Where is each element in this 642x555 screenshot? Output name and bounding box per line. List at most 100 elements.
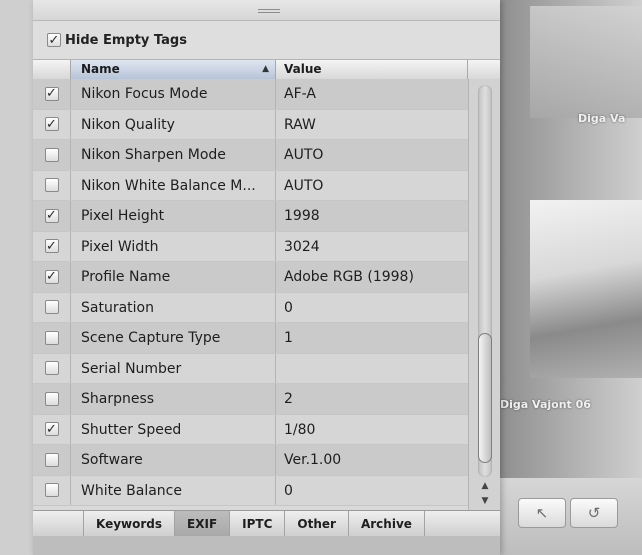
row-check-cell: ✓ <box>33 79 71 109</box>
image-thumbnail[interactable] <box>530 6 642 118</box>
row-check-cell <box>33 445 71 475</box>
row-check-cell: ✓ <box>33 262 71 292</box>
table-row[interactable]: Saturation 0 <box>33 292 468 323</box>
column-header-value[interactable]: Value <box>276 60 468 79</box>
tab-archive[interactable]: Archive <box>347 511 425 536</box>
scroll-down-arrow-icon[interactable]: ▼ <box>478 494 492 508</box>
column-header-name[interactable]: Name ▲ <box>71 60 276 79</box>
tag-visibility-checkbox[interactable]: ✓ <box>44 239 59 254</box>
column-header-value-label: Value <box>284 62 322 76</box>
grip-handle-icon[interactable] <box>258 9 280 13</box>
table-row[interactable]: ✓ Nikon Focus Mode AF-A <box>33 79 468 110</box>
row-check-cell <box>33 475 71 505</box>
tag-value-cell: 0 <box>284 482 293 499</box>
tag-name-cell: Serial Number <box>71 353 276 383</box>
tag-value-cell: 1/80 <box>284 421 316 438</box>
row-check-cell: ✓ <box>33 414 71 444</box>
image-browser: Diga Va Diga Vajont 06 <box>500 0 642 555</box>
tag-value-cell: AUTO <box>284 177 324 194</box>
row-check-cell <box>33 353 71 383</box>
rotate-tool-button[interactable]: ↺ <box>570 498 618 528</box>
tag-value-cell: 1998 <box>284 208 320 224</box>
tag-name-cell: Nikon White Balance M... <box>71 170 276 200</box>
tag-visibility-checkbox[interactable] <box>44 147 59 162</box>
row-check-cell: ✓ <box>33 231 71 261</box>
tag-name-cell: Shutter Speed <box>71 414 276 444</box>
tag-visibility-checkbox[interactable] <box>44 330 59 345</box>
tag-name-cell: Saturation <box>71 292 276 322</box>
tag-value-cell: 3024 <box>284 238 320 255</box>
checkmark-icon: ✓ <box>46 86 57 102</box>
metadata-table: ✓ Nikon Focus Mode AF-A ✓ Nikon Quality RAW Ni… <box>33 79 468 510</box>
tab-iptc[interactable]: IPTC <box>229 511 284 536</box>
hide-empty-tags-label: Hide Empty Tags <box>65 32 187 48</box>
table-row[interactable]: White Balance 0 <box>33 475 468 506</box>
tag-value-cell: AUTO <box>284 147 324 163</box>
tag-visibility-checkbox[interactable]: ✓ <box>44 421 59 437</box>
tag-name-cell: White Balance <box>71 475 276 505</box>
checkmark-icon: ✓ <box>46 421 57 437</box>
browser-toolbar: ↖ ↺ <box>500 478 642 555</box>
table-row[interactable]: Nikon White Balance M... AUTO <box>33 170 468 201</box>
table-row[interactable]: ✓ Nikon Quality RAW <box>33 109 468 140</box>
table-row[interactable]: ✓ Pixel Height 1998 <box>33 201 468 232</box>
row-check-cell <box>33 170 71 200</box>
tag-visibility-checkbox[interactable] <box>44 483 59 498</box>
tag-visibility-checkbox[interactable] <box>44 452 59 467</box>
arrow-pointer-icon: ↖ <box>535 504 549 522</box>
tag-name-cell: Nikon Quality <box>71 109 276 139</box>
tag-name-cell: Software <box>71 445 276 475</box>
row-check-cell <box>33 292 71 322</box>
rotate-icon: ↺ <box>587 504 601 522</box>
panel-splitter[interactable] <box>33 0 500 21</box>
row-check-cell: ✓ <box>33 109 71 139</box>
table-row[interactable]: ✓ Pixel Width 3024 <box>33 231 468 262</box>
hide-empty-tags-checkbox[interactable]: ✓ <box>47 33 61 47</box>
checkmark-icon: ✓ <box>46 208 57 224</box>
table-row[interactable]: Scene Capture Type 1 <box>33 323 468 354</box>
table-row[interactable]: Nikon Sharpen Mode AUTO <box>33 140 468 171</box>
tag-name-cell: Pixel Height <box>71 201 276 231</box>
tag-name-cell: Profile Name <box>71 262 276 292</box>
tag-visibility-checkbox[interactable] <box>44 178 59 193</box>
panel-footer <box>33 536 500 555</box>
row-check-cell <box>33 323 71 353</box>
tag-visibility-checkbox[interactable]: ✓ <box>44 269 59 285</box>
tag-value-cell <box>276 354 468 384</box>
tag-value-cell: 0 <box>284 299 293 316</box>
scroll-up-arrow-icon[interactable]: ▲ <box>478 479 492 493</box>
tag-visibility-checkbox[interactable] <box>44 361 59 376</box>
column-header-check[interactable] <box>33 60 71 79</box>
row-check-cell: ✓ <box>33 201 71 231</box>
table-row[interactable]: ✓ Profile Name Adobe RGB (1998) <box>33 262 468 293</box>
scroll-thumb[interactable] <box>478 333 492 463</box>
vertical-scrollbar[interactable]: ▲ ▼ <box>468 79 500 510</box>
tab-exif[interactable]: EXIF <box>174 511 230 536</box>
tab-keywords[interactable]: Keywords <box>83 511 174 536</box>
tag-value-cell: 2 <box>284 391 293 407</box>
table-header: Name ▲ Value <box>33 60 500 80</box>
checkmark-icon: ✓ <box>46 116 57 132</box>
checkmark-icon: ✓ <box>48 32 60 48</box>
tab-other[interactable]: Other <box>284 511 348 536</box>
thumbnail-caption: Diga Va <box>578 112 626 125</box>
tag-visibility-checkbox[interactable]: ✓ <box>44 116 59 132</box>
select-tool-button[interactable]: ↖ <box>518 498 566 528</box>
tag-visibility-checkbox[interactable]: ✓ <box>44 86 59 102</box>
checkmark-icon: ✓ <box>46 269 57 285</box>
tag-name-cell: Pixel Width <box>71 231 276 261</box>
table-row[interactable]: Software Ver.1.00 <box>33 445 468 476</box>
table-row[interactable]: Sharpness 2 <box>33 384 468 415</box>
table-row[interactable]: Serial Number <box>33 353 468 384</box>
table-row[interactable]: ✓ Shutter Speed 1/80 <box>33 414 468 445</box>
tag-visibility-checkbox[interactable]: ✓ <box>44 208 59 224</box>
tag-visibility-checkbox[interactable] <box>44 300 59 315</box>
thumbnail-caption: Diga Vajont 06 <box>500 398 591 411</box>
row-check-cell <box>33 384 71 414</box>
tag-name-cell: Nikon Focus Mode <box>71 79 276 109</box>
tag-value-cell: AF-A <box>284 86 316 102</box>
tag-value-cell: 1 <box>284 330 293 346</box>
image-thumbnail[interactable] <box>530 200 642 378</box>
tag-name-cell: Sharpness <box>71 384 276 414</box>
tag-visibility-checkbox[interactable] <box>44 391 59 406</box>
